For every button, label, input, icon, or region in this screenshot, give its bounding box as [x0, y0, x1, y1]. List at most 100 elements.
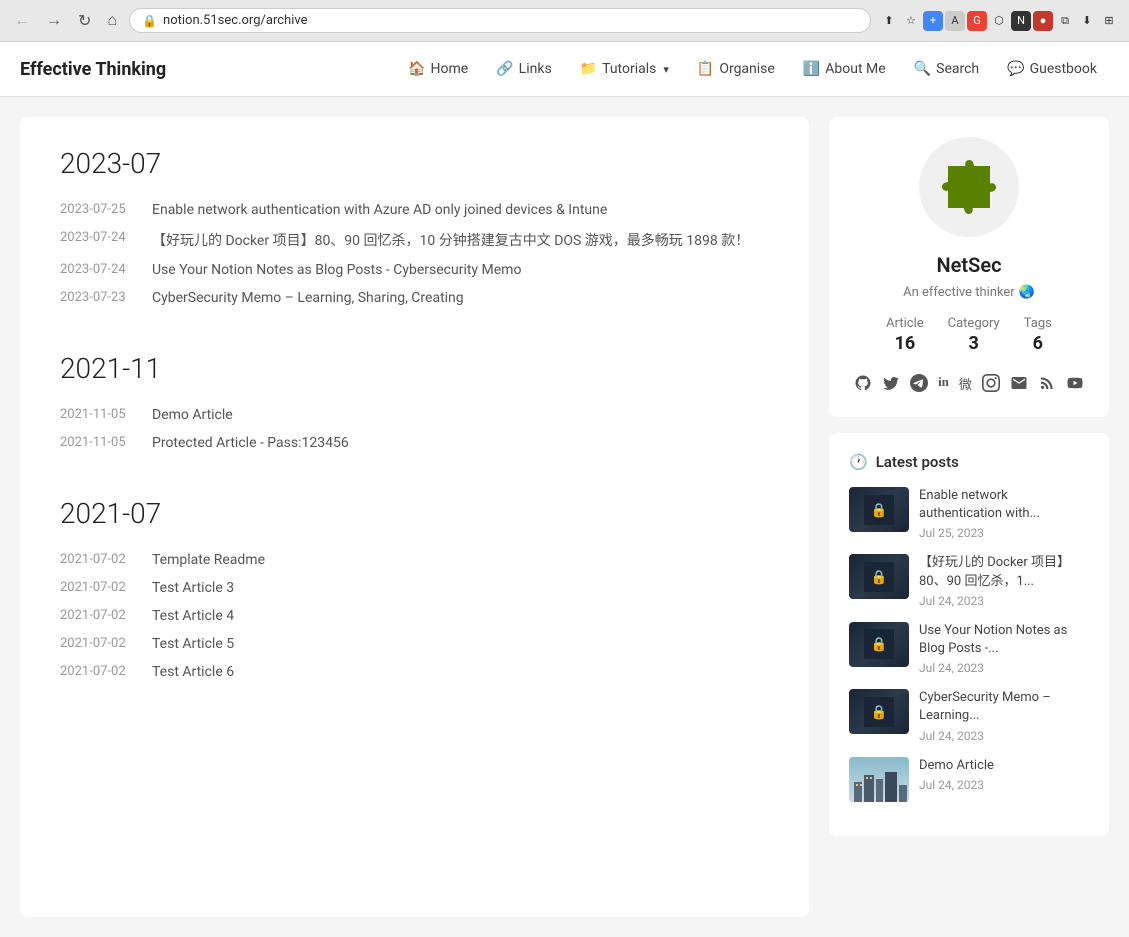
ext-download[interactable]: ⬇ — [1077, 11, 1097, 31]
archive-title[interactable]: Test Article 5 — [152, 636, 234, 652]
latest-posts-card: 🕐 Latest posts 🔒 Enable network authenti… — [829, 433, 1109, 836]
archive-section-2021-11: 2021-11 2021-11-05 Demo Article 2021-11-… — [60, 352, 769, 457]
stat-category: Category 3 — [948, 316, 1000, 354]
post-thumbnail: 🔒 — [849, 689, 909, 734]
archive-title[interactable]: Template Readme — [152, 552, 265, 568]
stat-article-value: 16 — [895, 333, 916, 354]
stat-tags: Tags 6 — [1024, 316, 1052, 354]
rss-link[interactable] — [1038, 374, 1056, 397]
post-info: Demo Article Jul 24, 2023 — [919, 757, 1089, 792]
youtube-link[interactable] — [1066, 374, 1084, 397]
archive-section-2023-07: 2023-07 2023-07-25 Enable network authen… — [60, 147, 769, 312]
archive-title[interactable]: Demo Article — [152, 407, 233, 423]
post-title: Demo Article — [919, 757, 1089, 775]
archive-item: 2021-07-02 Test Article 4 — [60, 602, 769, 630]
archive-date: 2023-07-24 — [60, 262, 140, 278]
stat-article: Article 16 — [886, 316, 923, 354]
archive-panel: 2023-07 2023-07-25 Enable network authen… — [20, 117, 809, 917]
ext2[interactable]: A — [945, 11, 965, 31]
archive-title[interactable]: Enable network authentication with Azure… — [152, 202, 607, 218]
nav-about-label: About Me — [825, 61, 885, 77]
search-icon: 🔍 — [914, 61, 931, 77]
nav-about[interactable]: ℹ️ About Me — [791, 53, 898, 85]
nav-links-item[interactable]: 🔗 Links — [484, 53, 563, 85]
archive-item: 2023-07-24 【好玩儿的 Docker 项目】80、90 回忆杀，10 … — [60, 224, 769, 256]
nav-home[interactable]: 🏠 Home — [396, 53, 480, 85]
latest-post-item[interactable]: 🔒 Enable network authentication with... … — [849, 487, 1089, 540]
bookmark-icon[interactable]: ☆ — [901, 11, 921, 31]
archive-item: 2021-11-05 Protected Article - Pass:1234… — [60, 429, 769, 457]
profile-bio: An effective thinker 🌏 — [903, 285, 1035, 300]
archive-title[interactable]: 【好玩儿的 Docker 项目】80、90 回忆杀，10 分钟搭建复古中文 DO… — [152, 230, 749, 250]
archive-date: 2021-07-02 — [60, 664, 140, 680]
social-links: in 微 — [854, 374, 1084, 397]
archive-item: 2021-07-02 Template Readme — [60, 546, 769, 574]
reload-button[interactable]: ↻ — [74, 9, 95, 33]
post-info: CyberSecurity Memo – Learning... Jul 24,… — [919, 689, 1089, 742]
profile-name: NetSec — [936, 253, 1001, 277]
nav-search[interactable]: 🔍 Search — [902, 53, 991, 85]
post-thumbnail: 🔒 — [849, 622, 909, 667]
ext3[interactable]: G — [967, 11, 987, 31]
ext-menu[interactable]: ⊞ — [1099, 11, 1119, 31]
nav-organise-label: Organise — [719, 61, 775, 77]
post-thumbnail: 🔒 — [849, 554, 909, 599]
archive-date: 2023-07-23 — [60, 290, 140, 306]
latest-post-item[interactable]: 🔒 CyberSecurity Memo – Learning... Jul 2… — [849, 689, 1089, 742]
email-link[interactable] — [1010, 374, 1028, 397]
latest-posts-label: Latest posts — [876, 453, 959, 471]
latest-post-item[interactable]: Demo Article Jul 24, 2023 — [849, 757, 1089, 802]
archive-date: 2021-07-02 — [60, 636, 140, 652]
latest-post-item[interactable]: 🔒 Use Your Notion Notes as Blog Posts -.… — [849, 622, 1089, 675]
share-icon[interactable]: ⬆ — [879, 11, 899, 31]
address-bar[interactable]: 🔒 notion.51sec.org/archive — [129, 8, 871, 33]
archive-title[interactable]: CyberSecurity Memo – Learning, Sharing, … — [152, 290, 464, 306]
sidebar: NetSec An effective thinker 🌏 Article 16… — [829, 117, 1109, 917]
weibo-link[interactable]: 微 — [959, 374, 972, 397]
github-link[interactable] — [854, 374, 872, 397]
archive-item: 2023-07-23 CyberSecurity Memo – Learning… — [60, 284, 769, 312]
nav-search-label: Search — [936, 61, 979, 77]
archive-section-2021-07: 2021-07 2021-07-02 Template Readme 2021-… — [60, 497, 769, 686]
telegram-link[interactable] — [910, 374, 928, 397]
nav-guestbook-label: Guestbook — [1030, 61, 1097, 77]
profile-stats: Article 16 Category 3 Tags 6 — [886, 316, 1052, 354]
instagram-link[interactable] — [982, 374, 1000, 397]
ext1[interactable]: + — [923, 11, 943, 31]
nav-tutorials[interactable]: 📁 Tutorials ▾ — [568, 53, 681, 85]
home-button[interactable]: ⌂ — [103, 10, 121, 32]
puzzle-icon — [934, 152, 1004, 222]
archive-date: 2023-07-25 — [60, 202, 140, 218]
archive-date: 2021-07-02 — [60, 580, 140, 596]
twitter-link[interactable] — [882, 374, 900, 397]
nav-links: 🏠 Home 🔗 Links 📁 Tutorials ▾ 📋 Organise … — [396, 53, 1109, 85]
site-logo[interactable]: Effective Thinking — [20, 59, 166, 80]
nav-home-label: Home — [431, 61, 469, 77]
organise-icon: 📋 — [697, 61, 714, 77]
post-thumbnail: 🔒 — [849, 487, 909, 532]
latest-post-item[interactable]: 🔒 【好玩儿的 Docker 项目】80、90 回忆杀，1... Jul 24,… — [849, 554, 1089, 607]
svg-text:🔒: 🔒 — [871, 704, 888, 721]
archive-title[interactable]: Test Article 3 — [152, 580, 234, 596]
nav-organise[interactable]: 📋 Organise — [685, 53, 787, 85]
lock-icon: 🔒 — [142, 14, 157, 28]
nav-guestbook[interactable]: 💬 Guestbook — [995, 53, 1109, 85]
linkedin-link[interactable]: in — [938, 374, 949, 397]
forward-button[interactable]: → — [42, 10, 66, 32]
ext5[interactable]: N — [1011, 11, 1031, 31]
archive-title[interactable]: Test Article 6 — [152, 664, 234, 680]
post-date: Jul 24, 2023 — [919, 594, 1089, 608]
archive-title[interactable]: Protected Article - Pass:123456 — [152, 435, 349, 451]
ext6[interactable]: ● — [1033, 11, 1053, 31]
globe-icon: 🌏 — [1019, 285, 1035, 300]
ext-puzzle[interactable]: ⧉ — [1055, 11, 1075, 31]
back-button[interactable]: ← — [10, 10, 34, 32]
post-date: Jul 24, 2023 — [919, 778, 1089, 792]
archive-title[interactable]: Test Article 4 — [152, 608, 234, 624]
post-date: Jul 24, 2023 — [919, 661, 1089, 675]
home-icon: 🏠 — [408, 61, 425, 77]
ext4[interactable]: ⬡ — [989, 11, 1009, 31]
archive-title[interactable]: Use Your Notion Notes as Blog Posts - Cy… — [152, 262, 521, 278]
archive-year-2021-07: 2021-07 — [60, 497, 769, 530]
stat-category-value: 3 — [969, 333, 979, 354]
